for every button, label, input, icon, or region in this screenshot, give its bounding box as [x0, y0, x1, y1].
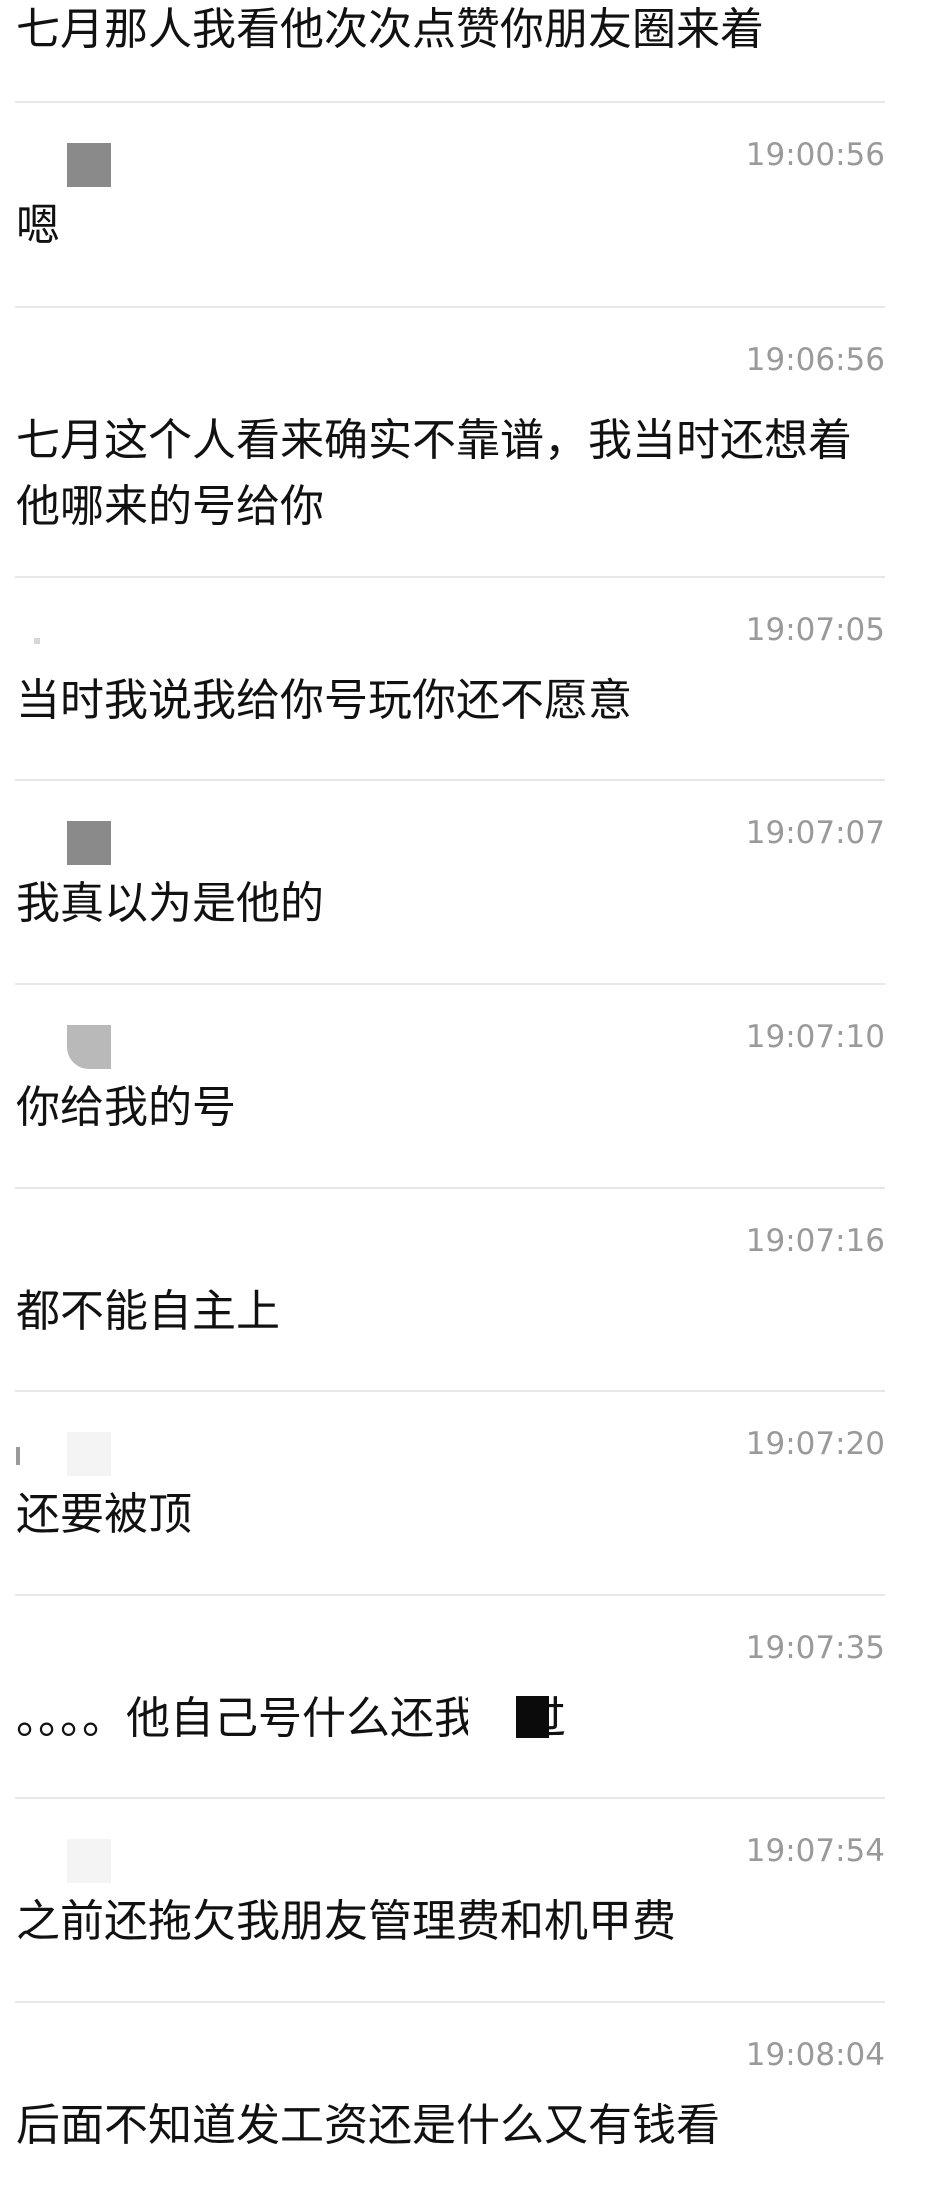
message-text: 当时我说我给你号玩你还不愿意	[16, 675, 632, 726]
message-item[interactable]: 19:08:04 后面不知道发工资还是什么又有钱看	[0, 2003, 925, 2192]
message-time: 19:07:35	[745, 1630, 885, 1666]
truncated-name-glyph	[16, 1447, 20, 1465]
message-item[interactable]: 19:00:56 嗯	[0, 103, 925, 306]
avatar[interactable]	[67, 1839, 111, 1883]
message-item[interactable]: 19:07:35 。。。。他自己号什么还我上过	[0, 1596, 925, 1799]
avatar[interactable]	[67, 821, 111, 865]
message-text: 后面不知道发工资还是什么又有钱看	[16, 2100, 720, 2151]
message-text: 都不能自主上	[16, 1286, 280, 1337]
message-time: 19:08:04	[745, 2037, 885, 2073]
message-item[interactable]: 19:07:07 我真以为是他的	[0, 781, 925, 984]
avatar[interactable]	[67, 143, 111, 187]
message-text: 还要被顶	[16, 1489, 192, 1540]
message-time: 19:00:56	[745, 137, 885, 173]
message-time: 19:06:56	[745, 342, 885, 378]
message-item[interactable]: 19:07:05 当时我说我给你号玩你还不愿意	[0, 578, 925, 781]
message-time: 19:07:16	[745, 1223, 885, 1259]
message-text: 七月那人我看他次次点赞你朋友圈来着	[16, 4, 764, 55]
message-time: 19:07:05	[745, 612, 885, 648]
message-item[interactable]: 19:06:56 七月这个人看来确实不靠谱，我当时还想着他哪来的号给你	[0, 308, 925, 574]
message-item[interactable]: 19:07:54 之前还拖欠我朋友管理费和机甲费	[0, 1799, 925, 2002]
message-text: 我真以为是他的	[16, 878, 324, 929]
message-item[interactable]: 19:07:16 都不能自主上	[0, 1189, 925, 1392]
message-text: 七月这个人看来确实不靠谱，我当时还想着他哪来的号给你	[16, 415, 852, 532]
avatar[interactable]	[67, 1432, 111, 1476]
message-item[interactable]: 19:07:10 你给我的号	[0, 985, 925, 1188]
message-time: 19:07:10	[745, 1019, 885, 1055]
avatar[interactable]	[67, 1025, 111, 1069]
message-time: 19:07:07	[745, 815, 885, 851]
redaction-mark	[468, 1696, 549, 1782]
message-text: 嗯	[16, 200, 60, 251]
message-text: 你给我的号	[16, 1082, 236, 1133]
avatar[interactable]	[34, 638, 40, 644]
chat-log: 七月那人我看他次次点赞你朋友圈来着 19:00:56 嗯 19:06:56 七月…	[0, 0, 925, 2192]
message-time: 19:07:54	[745, 1833, 885, 1869]
message-time: 19:07:20	[745, 1426, 885, 1462]
message-text: 之前还拖欠我朋友管理费和机甲费	[16, 1896, 676, 1947]
message-item[interactable]: 19:07:20 还要被顶	[0, 1392, 925, 1595]
